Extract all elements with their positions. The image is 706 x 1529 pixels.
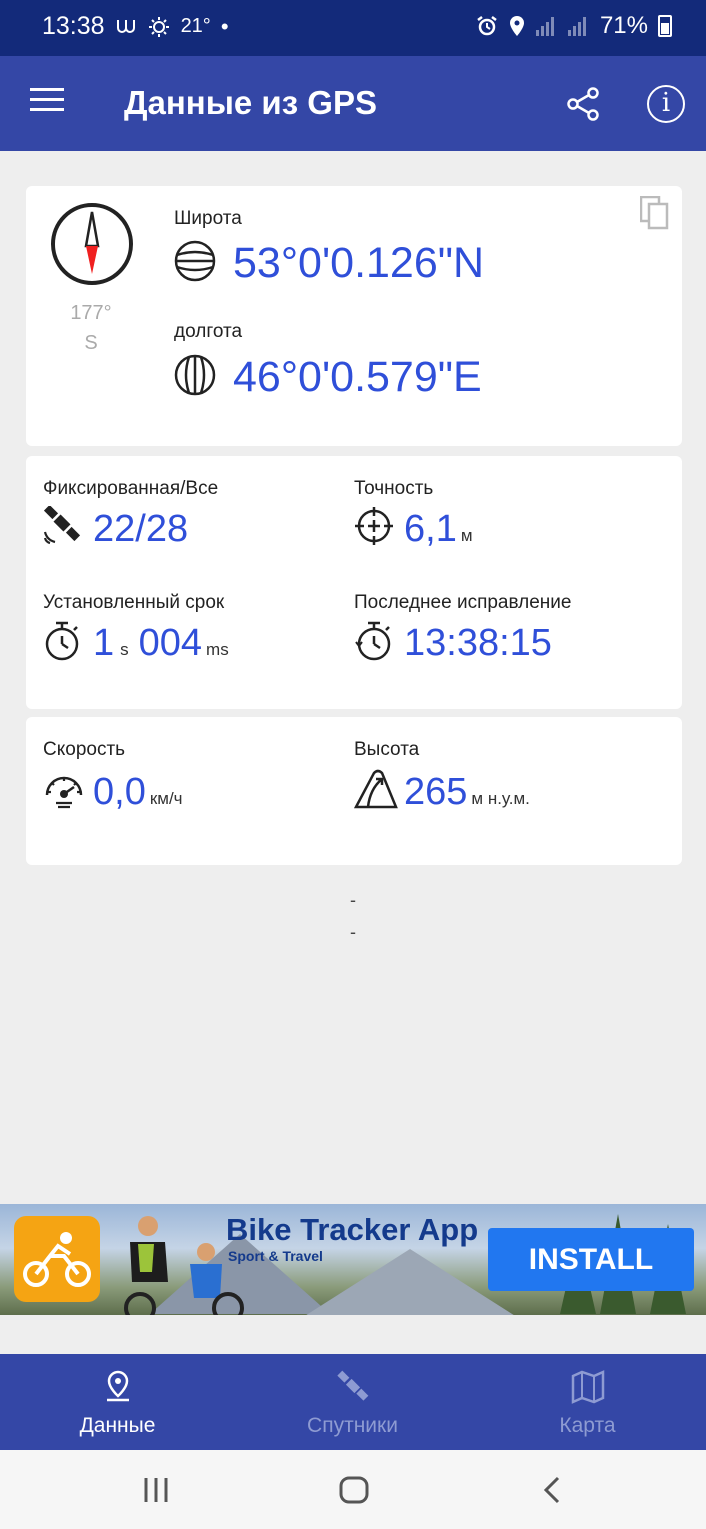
ttff-ms-unit: ms (206, 640, 229, 659)
status-time: 13:38 (42, 12, 105, 40)
speed-value: 0,0 (93, 771, 146, 813)
extra-line-2: - (350, 922, 356, 942)
altitude-readout: 265 м н.у.м. (404, 773, 530, 811)
home-icon[interactable] (338, 1472, 370, 1508)
ttff-readout: 1 s 004 ms (93, 624, 229, 662)
copy-icon[interactable] (640, 196, 670, 230)
ad-app-icon (14, 1216, 100, 1302)
ttff-seconds: 1 (93, 622, 115, 664)
ad-title: Bike Tracker App (226, 1212, 479, 1247)
accuracy-unit: м (460, 526, 473, 545)
accuracy-label: Точность (354, 478, 434, 499)
fixed-satellites-value: 22/28 (93, 508, 189, 550)
nav-label-data: Данные (79, 1414, 156, 1437)
ad-mountain (300, 1249, 520, 1315)
last-fix-label: Последнее исправление (354, 592, 572, 613)
speed-unit: км/ч (149, 789, 183, 808)
longitude-value: 46°0'0.579"E (233, 353, 482, 401)
back-icon[interactable] (540, 1472, 564, 1508)
motion-card: Скорость 0,0 км/ч Высота 265 м н.у.м. (26, 717, 682, 865)
battery-percent: 71% (599, 12, 648, 39)
altitude-unit: м н.у.м. (471, 789, 530, 808)
cyclist-icon (23, 1232, 91, 1287)
heading-direction: S (84, 332, 98, 354)
accuracy-readout: 6,1 м (404, 510, 473, 548)
info-icon: i (661, 88, 671, 118)
nav-item-data[interactable]: Данные (0, 1354, 235, 1450)
location-status-icon (509, 16, 524, 36)
map-icon (571, 1370, 604, 1404)
app-bar: Данные из GPS i (0, 56, 706, 151)
satellite-icon (43, 506, 81, 545)
notification-icon (116, 19, 135, 33)
last-fix-value: 13:38:15 (404, 622, 552, 664)
nav-label-satellites: Спутники (307, 1414, 398, 1437)
longitude-icon (174, 354, 216, 396)
stopwatch-icon (45, 621, 79, 661)
compass-icon (51, 203, 133, 285)
heading-degrees: 177° (70, 302, 112, 324)
ttff-seconds-unit: s (120, 640, 129, 659)
accuracy-value: 6,1 (404, 508, 457, 550)
latitude-label: Широта (174, 208, 242, 229)
speed-readout: 0,0 км/ч (93, 773, 183, 811)
menu-button[interactable] (30, 88, 64, 118)
share-icon[interactable] (565, 86, 601, 122)
crosshair-icon (355, 507, 393, 545)
signal-icon-1 (535, 17, 554, 36)
extra-line-1: - (350, 890, 356, 910)
ttff-label: Установленный срок (43, 592, 225, 613)
speed-label: Скорость (43, 739, 126, 760)
status-dot: • (220, 13, 229, 39)
page-title: Данные из GPS (124, 84, 377, 121)
altitude-icon (354, 769, 398, 809)
menu-icon-line (30, 88, 64, 91)
latitude-value: 53°0'0.126"N (233, 239, 485, 287)
weather-icon (148, 16, 169, 37)
altitude-value: 265 (404, 771, 468, 813)
location-pin-icon (106, 1370, 129, 1402)
bottom-navigation: Данные Спутники Карта (0, 1354, 706, 1450)
battery-icon (658, 15, 672, 37)
signal-icon-2 (567, 17, 586, 36)
timer-refresh-icon (355, 621, 391, 661)
info-button[interactable]: i (647, 85, 685, 123)
nav-item-satellites[interactable]: Спутники (235, 1354, 470, 1450)
status-bar: 13:38 21° • 71% (0, 0, 706, 56)
fix-info-card: Фиксированная/Все 22/28 Точность 6,1 м Ус… (26, 456, 682, 709)
latitude-icon (174, 240, 216, 282)
satellite-nav-icon (336, 1370, 368, 1401)
altitude-label: Высота (354, 739, 420, 760)
longitude-label: долгота (174, 321, 243, 342)
system-navigation-bar (0, 1450, 706, 1529)
menu-icon-line (30, 108, 64, 111)
heading-readout: 177° S (26, 298, 156, 358)
menu-icon-line (30, 98, 64, 101)
coordinates-card: 177° S Широта 53°0'0.126"N долгота 46°0'… (26, 186, 682, 446)
ad-install-button[interactable]: INSTALL (488, 1228, 694, 1291)
ad-subtitle: Sport & Travel (228, 1248, 323, 1264)
nav-item-map[interactable]: Карта (470, 1354, 705, 1450)
ttff-ms: 004 (138, 622, 203, 664)
ad-banner[interactable]: Bike Tracker App Sport & Travel INSTALL (0, 1204, 706, 1315)
speedometer-icon (45, 776, 83, 809)
fixed-satellites-label: Фиксированная/Все (43, 478, 219, 499)
nav-label-map: Карта (559, 1414, 616, 1437)
alarm-icon (477, 16, 497, 36)
recent-apps-icon[interactable] (142, 1472, 170, 1508)
status-temperature: 21° (180, 15, 211, 37)
